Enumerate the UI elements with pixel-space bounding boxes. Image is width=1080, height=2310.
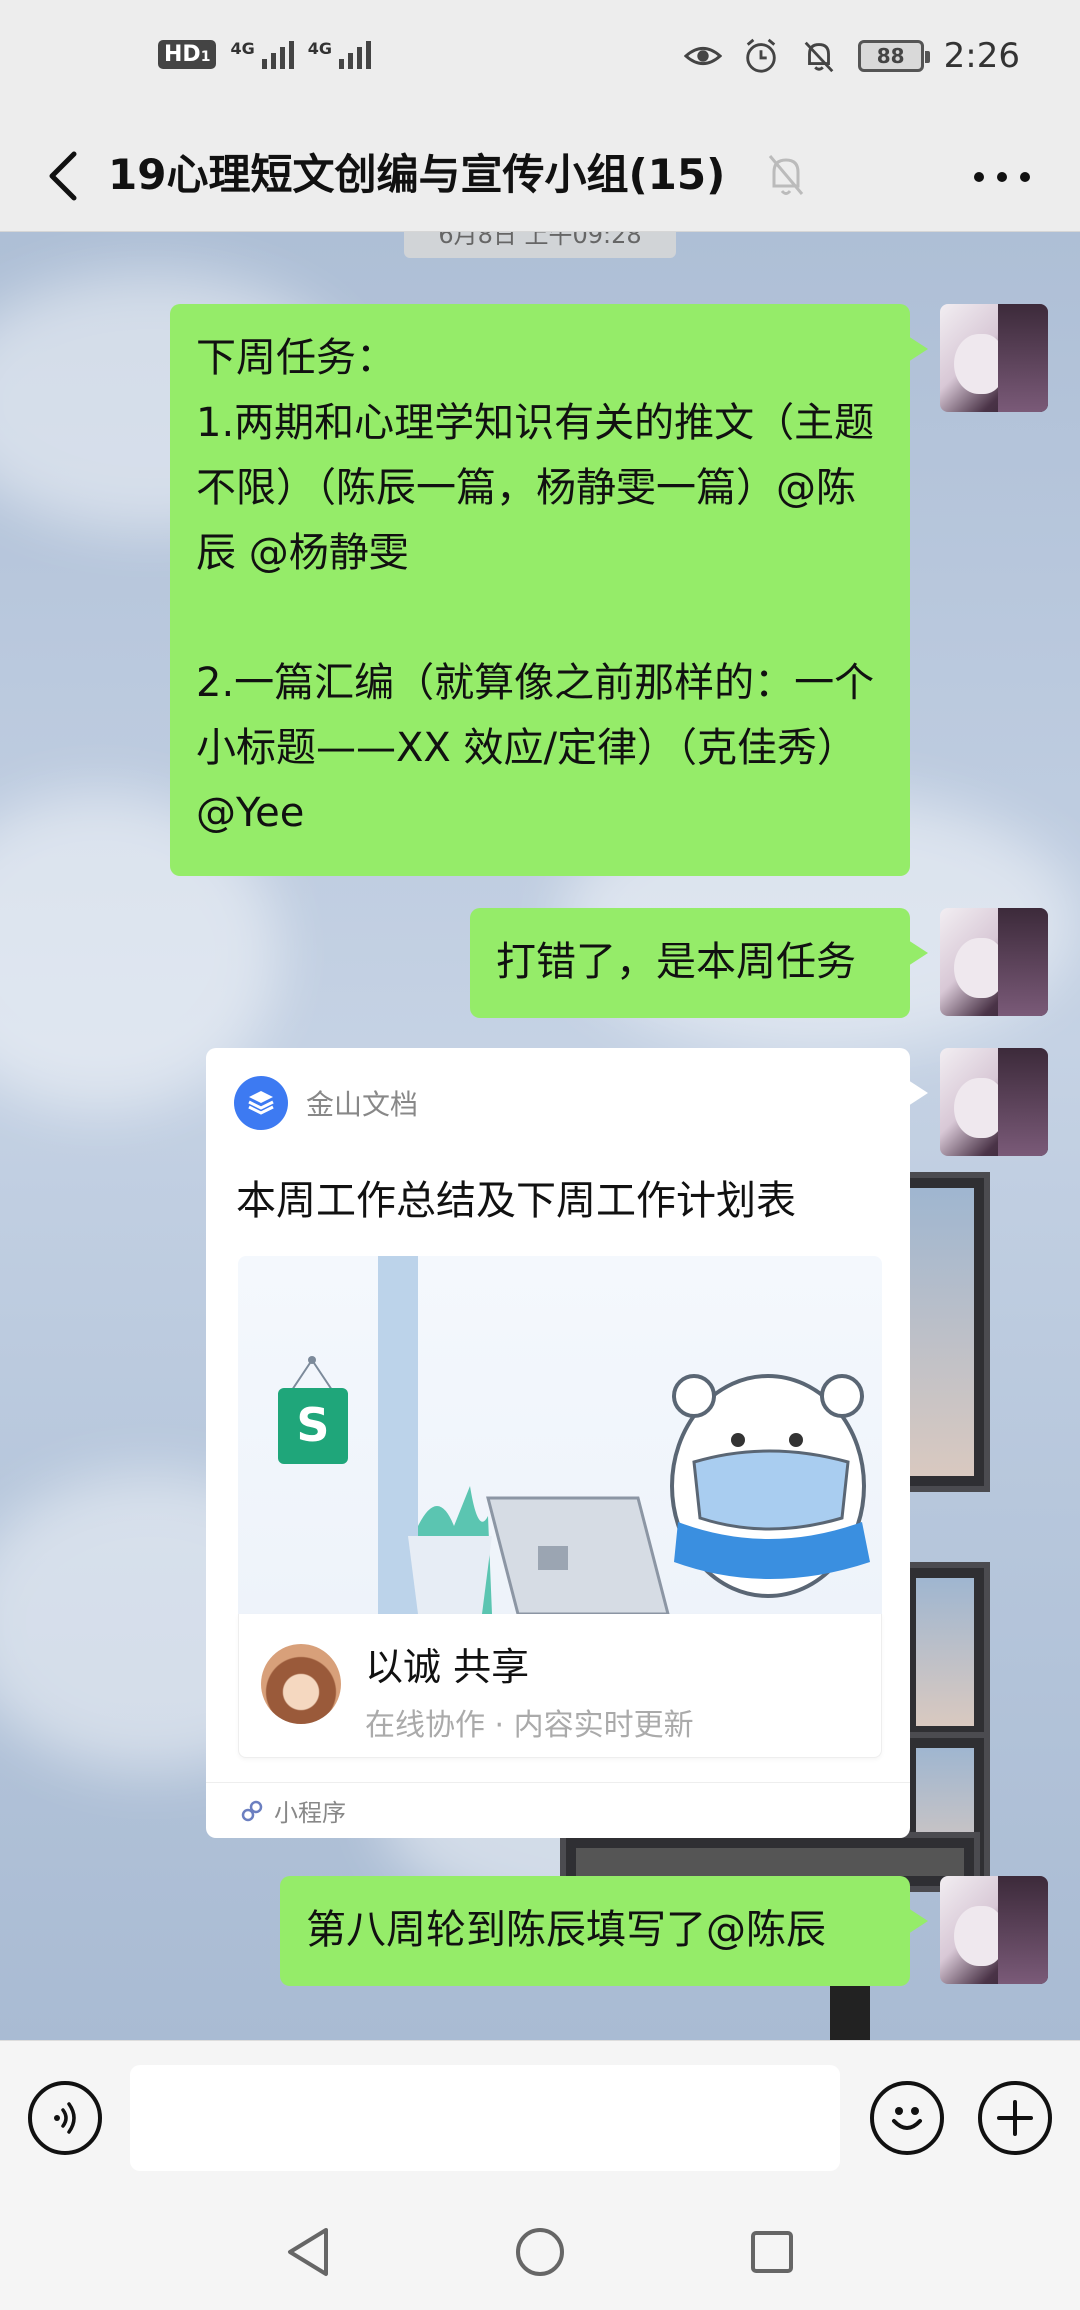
eye-icon	[683, 46, 722, 66]
kdocs-logo-icon	[234, 1076, 288, 1130]
chat-header: 19心理短文创编与宣传小组(15)	[0, 120, 1080, 232]
message-input[interactable]	[130, 2065, 840, 2171]
system-nav-bar	[0, 2194, 1080, 2310]
plus-icon	[997, 2100, 1033, 2136]
chat-title: 19心理短文创编与宣传小组(15)	[108, 150, 726, 199]
message-bubble[interactable]: 下周任务： 1.两期和心理学知识有关的推文（主题不限）（陈辰一篇，杨静雯一篇）@…	[170, 304, 928, 876]
nav-back-button[interactable]	[278, 2222, 338, 2282]
signal-icon: 4G	[230, 40, 294, 69]
chat-area[interactable]: 6月8日 上午09:28 下周任务： 1.两期和心理学知识有关的推文（主题不限）…	[0, 232, 1080, 2040]
card-app-name: 金山文档	[306, 1088, 419, 1121]
voice-icon	[54, 2102, 76, 2134]
card-owner-row: 以诚 共享 在线协作 · 内容实时更新	[238, 1614, 882, 1758]
clock: 2:26	[943, 36, 1020, 76]
avatar[interactable]	[940, 908, 1048, 1016]
nav-home-button[interactable]	[510, 2222, 570, 2282]
plus-button[interactable]	[978, 2081, 1052, 2155]
owner-name: 以诚 共享	[365, 1645, 530, 1689]
svg-text:S: S	[296, 1398, 329, 1452]
square-recents-icon	[751, 2231, 793, 2273]
card-cover-image: S	[238, 1256, 882, 1614]
message-bubble[interactable]: 第八周轮到陈辰填写了@陈辰	[280, 1876, 928, 1986]
alarm-icon	[745, 38, 776, 73]
more-icon	[974, 172, 984, 182]
triangle-back-icon	[288, 2228, 328, 2276]
card-app-header: 金山文档	[234, 1076, 418, 1130]
emoji-button[interactable]	[870, 2081, 944, 2155]
more-button[interactable]	[974, 162, 1030, 192]
card-title: 本周工作总结及下周工作计划表	[236, 1178, 796, 1224]
mini-program-label: 小程序	[274, 1799, 346, 1827]
hd-badge: HD1	[158, 40, 217, 69]
message-timestamp: 6月8日 上午09:28	[404, 232, 676, 258]
emoji-icon	[892, 2107, 922, 2130]
status-bar: HD1 4G 4G 88 2:26	[0, 0, 1080, 120]
owner-description: 在线协作 · 内容实时更新	[365, 1708, 694, 1743]
mini-program-card[interactable]: 金山文档 本周工作总结及下周工作计划表 S 以诚 共享 在线协作 · 内容实时更…	[206, 1048, 928, 1838]
owner-avatar	[261, 1644, 341, 1724]
mini-program-icon	[241, 1800, 263, 1821]
bell-off-icon	[804, 41, 833, 73]
card-footer: 小程序	[206, 1782, 910, 1838]
input-bar	[0, 2040, 1080, 2194]
avatar[interactable]	[940, 304, 1048, 412]
avatar[interactable]	[940, 1048, 1048, 1156]
signal-icon-2: 4G	[308, 40, 371, 69]
circle-home-icon	[516, 2228, 564, 2276]
avatar[interactable]	[940, 1876, 1048, 1984]
bell-off-icon	[768, 155, 804, 195]
voice-button[interactable]	[28, 2081, 102, 2155]
nav-recents-button[interactable]	[742, 2222, 802, 2282]
back-button[interactable]	[30, 144, 94, 208]
message-bubble[interactable]: 打错了，是本周任务	[470, 908, 928, 1018]
battery-indicator: 88	[857, 40, 930, 72]
chevron-left-icon	[49, 151, 77, 201]
